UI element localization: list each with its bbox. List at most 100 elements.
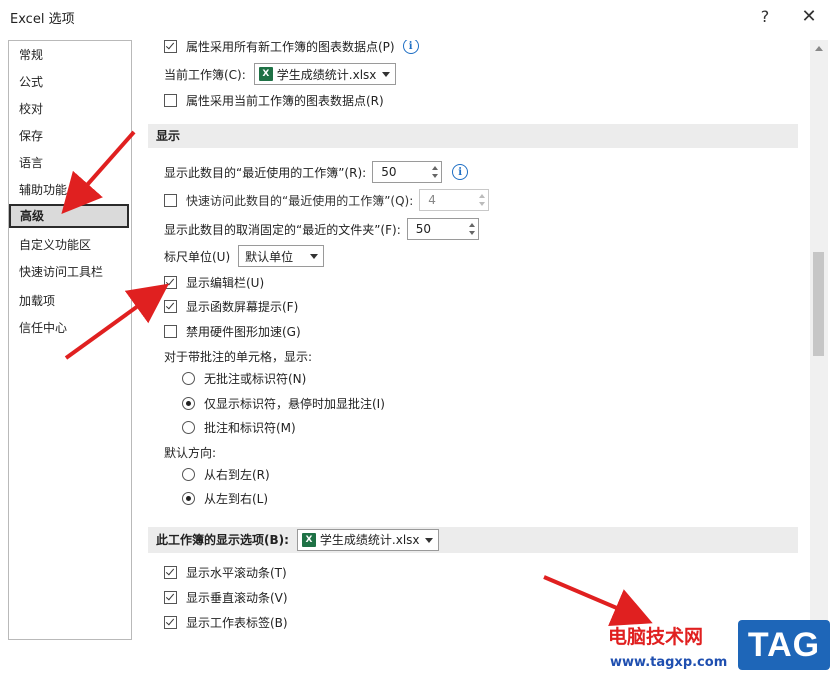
sidebar-item-proofing[interactable]: 校对 <box>10 97 128 121</box>
vertical-scrollbar[interactable] <box>810 40 828 638</box>
workbook-display-dropdown[interactable]: X 学生成绩统计.xlsx <box>296 529 439 551</box>
watermark-text: 电脑技术网 <box>608 626 704 648</box>
unpinned-folders-label: 显示此数目的取消固定的“最近的文件夹”(F): <box>164 222 401 237</box>
sidebar-item-customize-ribbon[interactable]: 自定义功能区 <box>10 233 128 257</box>
quick-access-recent-value: 4 <box>428 193 436 207</box>
unpinned-folders-value: 50 <box>415 222 432 236</box>
spin-up-icon[interactable] <box>479 194 486 198</box>
show-vscroll-row[interactable]: 显示垂直滚动条(V) <box>164 585 288 609</box>
sidebar-item-general[interactable]: 常规 <box>10 43 128 67</box>
quick-access-recent-checkbox[interactable] <box>164 193 177 207</box>
direction-rtl-row[interactable]: 从右到左(R) <box>182 462 270 486</box>
quick-access-recent-row: 快速访问此数目的“最近使用的工作簿”(Q): 4 <box>164 188 490 212</box>
show-function-tips-checkbox[interactable] <box>164 299 177 313</box>
spin-up-icon[interactable] <box>432 166 439 170</box>
ruler-units-label: 标尺单位(U) <box>164 249 231 264</box>
chart-points-all-label: 属性采用所有新工作簿的图表数据点(P) <box>186 40 395 54</box>
comment-option-indicator-radio[interactable] <box>182 396 195 410</box>
excel-file-icon: X <box>301 533 316 547</box>
info-icon[interactable]: i <box>402 40 419 54</box>
chevron-down-icon <box>381 72 390 77</box>
comment-option-both-row[interactable]: 批注和标识符(M) <box>182 415 296 439</box>
comment-option-indicator-label: 仅显示标识符，悬停时加显批注(I) <box>204 396 385 411</box>
chevron-down-icon <box>310 254 319 259</box>
show-sheet-tabs-row[interactable]: 显示工作表标签(B) <box>164 610 288 634</box>
unpinned-folders-spinner[interactable]: 50 <box>406 218 479 240</box>
direction-ltr-row[interactable]: 从左到右(L) <box>182 486 268 510</box>
direction-rtl-label: 从右到左(R) <box>204 467 270 482</box>
info-icon[interactable]: i <box>452 164 469 180</box>
show-hscroll-label: 显示水平滚动条(T) <box>186 565 287 580</box>
sidebar-item-trust-center[interactable]: 信任中心 <box>10 316 128 340</box>
workbook-display-title: 此工作簿的显示选项(B): <box>156 533 289 547</box>
workbook-display-value: 学生成绩统计.xlsx <box>319 533 420 547</box>
sidebar-item-add-ins[interactable]: 加载项 <box>10 289 128 313</box>
watermark-url: www.tagxp.com <box>610 655 728 670</box>
sidebar-item-accessibility[interactable]: 辅助功能 <box>10 178 128 202</box>
chart-points-all-checkbox[interactable] <box>164 40 177 53</box>
direction-ltr-radio[interactable] <box>182 491 195 505</box>
current-workbook-value: 学生成绩统计.xlsx <box>276 67 377 82</box>
comment-option-none-row[interactable]: 无批注或标识符(N) <box>182 366 306 390</box>
disable-hw-accel-row[interactable]: 禁用硬件图形加速(G) <box>164 319 301 343</box>
show-function-tips-label: 显示函数屏幕提示(F) <box>186 299 299 314</box>
show-hscroll-checkbox[interactable] <box>164 565 177 579</box>
direction-ltr-label: 从左到右(L) <box>204 491 269 506</box>
chart-points-all-row[interactable]: 属性采用所有新工作簿的图表数据点(P) i <box>164 40 419 58</box>
scroll-thumb[interactable] <box>813 252 824 356</box>
recent-workbooks-label: 显示此数目的“最近使用的工作簿”(R): <box>164 165 367 180</box>
chart-points-current-label: 属性采用当前工作簿的图表数据点(R) <box>186 93 384 108</box>
show-formula-bar-checkbox[interactable] <box>164 275 177 289</box>
watermark-tag-logo: TAG <box>738 620 830 670</box>
comment-option-indicator-row[interactable]: 仅显示标识符，悬停时加显批注(I) <box>182 391 385 415</box>
section-workbook-display: 此工作簿的显示选项(B): X 学生成绩统计.xlsx <box>148 527 798 553</box>
chevron-down-icon <box>424 538 433 543</box>
options-panel: 属性采用所有新工作簿的图表数据点(P) i 当前工作簿(C): X 学生成绩统计… <box>136 40 828 638</box>
show-vscroll-checkbox[interactable] <box>164 590 177 604</box>
disable-hw-accel-label: 禁用硬件图形加速(G) <box>186 324 301 339</box>
chart-points-current-row[interactable]: 属性采用当前工作簿的图表数据点(R) <box>164 88 384 112</box>
spin-down-icon[interactable] <box>479 202 486 206</box>
comment-option-none-label: 无批注或标识符(N) <box>204 371 307 386</box>
disable-hw-accel-checkbox[interactable] <box>164 324 177 338</box>
close-button[interactable]: ✕ <box>792 2 826 30</box>
sidebar-item-save[interactable]: 保存 <box>10 124 128 148</box>
quick-access-recent-spinner[interactable]: 4 <box>419 189 490 211</box>
title-bar: Excel 选项 ? ✕ <box>0 0 836 32</box>
show-vscroll-label: 显示垂直滚动条(V) <box>186 590 288 605</box>
recent-workbooks-spinner[interactable]: 50 <box>372 161 443 183</box>
recent-workbooks-value: 50 <box>381 165 397 179</box>
show-formula-bar-label: 显示编辑栏(U) <box>186 275 265 290</box>
chart-points-current-checkbox[interactable] <box>164 93 177 107</box>
sidebar-nav: 常规 公式 校对 保存 语言 辅助功能 高级 自定义功能区 快速访问工具栏 加载… <box>8 40 132 640</box>
recent-workbooks-row: 显示此数目的“最近使用的工作簿”(R): 50 i <box>164 160 469 184</box>
comment-option-none-radio[interactable] <box>182 371 195 385</box>
ruler-units-row: 标尺单位(U) 默认单位 <box>164 244 325 268</box>
ruler-units-value: 默认单位 <box>245 249 294 264</box>
sidebar-item-language[interactable]: 语言 <box>10 151 128 175</box>
current-workbook-row: 当前工作簿(C): X 学生成绩统计.xlsx <box>164 62 396 86</box>
scroll-up-icon[interactable] <box>815 46 823 51</box>
spin-up-icon[interactable] <box>468 223 475 227</box>
spin-down-icon[interactable] <box>468 231 475 235</box>
comments-label: 对于带批注的单元格，显示: <box>164 349 313 364</box>
show-sheet-tabs-checkbox[interactable] <box>164 615 177 629</box>
quick-access-recent-label: 快速访问此数目的“最近使用的工作簿”(Q): <box>186 193 414 208</box>
show-function-tips-row[interactable]: 显示函数屏幕提示(F) <box>164 294 298 318</box>
sidebar-item-quick-access-toolbar[interactable]: 快速访问工具栏 <box>10 260 128 284</box>
sidebar-item-advanced[interactable]: 高级 <box>9 204 129 228</box>
direction-label: 默认方向: <box>164 445 217 460</box>
spin-down-icon[interactable] <box>432 174 439 178</box>
excel-file-icon: X <box>258 67 273 81</box>
sidebar-item-formulas[interactable]: 公式 <box>10 70 128 94</box>
current-workbook-dropdown[interactable]: X 学生成绩统计.xlsx <box>253 63 396 85</box>
comment-option-both-radio[interactable] <box>182 420 195 434</box>
help-button[interactable]: ? <box>748 2 782 30</box>
unpinned-folders-row: 显示此数目的取消固定的“最近的文件夹”(F): 50 <box>164 217 479 241</box>
show-sheet-tabs-label: 显示工作表标签(B) <box>186 615 288 630</box>
ruler-units-dropdown[interactable]: 默认单位 <box>238 245 325 267</box>
show-hscroll-row[interactable]: 显示水平滚动条(T) <box>164 560 287 584</box>
window-title: Excel 选项 <box>10 12 75 27</box>
direction-rtl-radio[interactable] <box>182 467 195 481</box>
show-formula-bar-row[interactable]: 显示编辑栏(U) <box>164 270 264 294</box>
